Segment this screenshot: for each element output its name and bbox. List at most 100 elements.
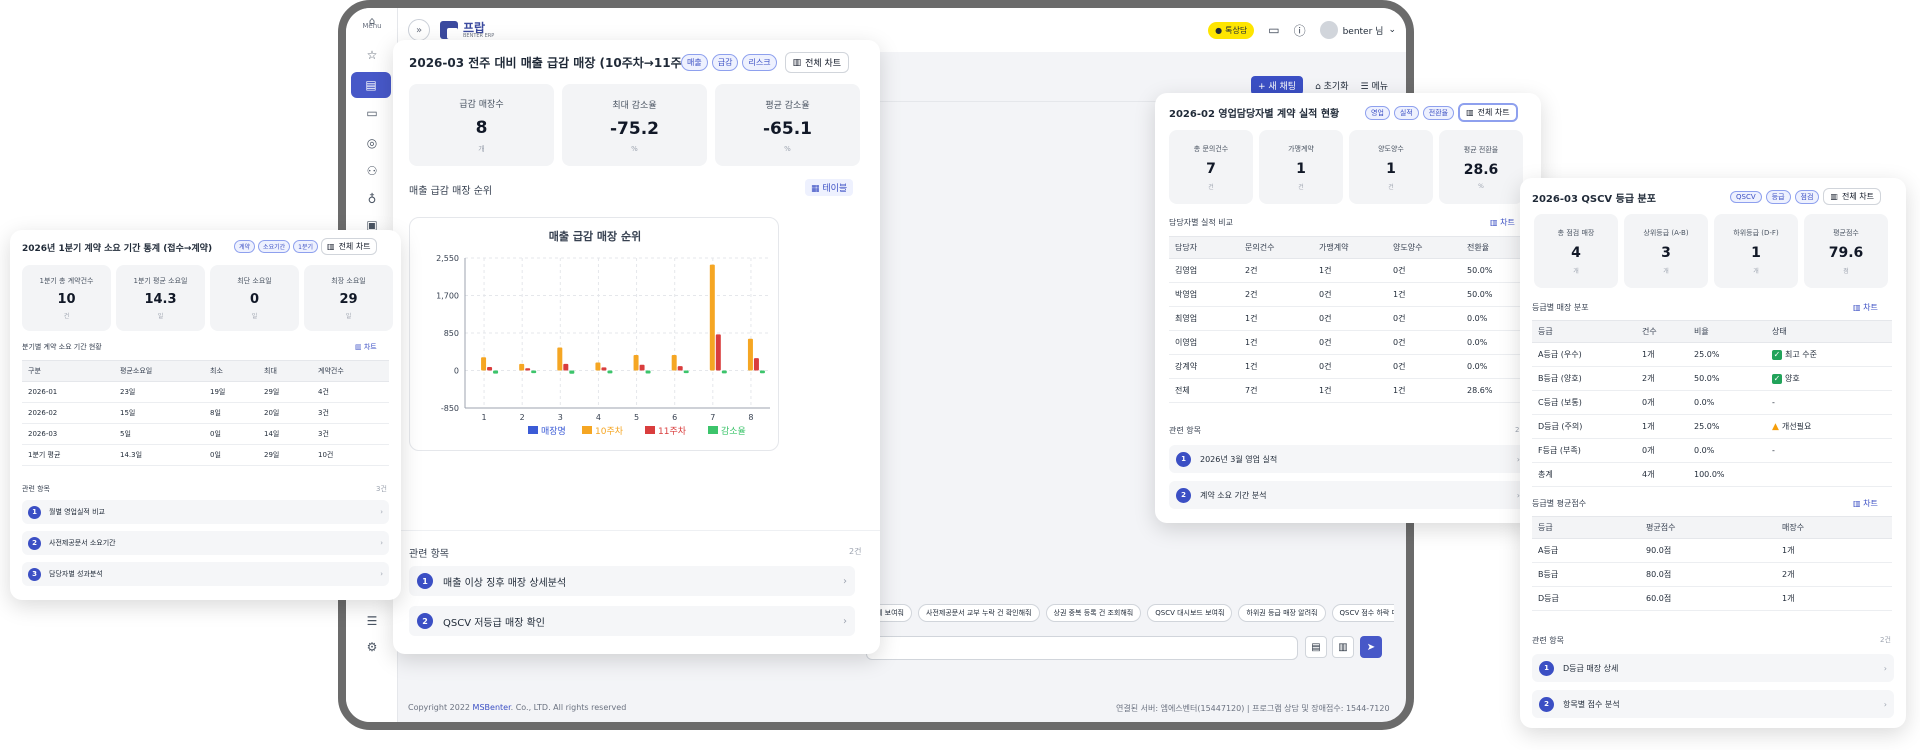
- check-icon: ✓: [1772, 374, 1782, 384]
- expand-icon[interactable]: »: [408, 19, 430, 41]
- table-row: B등급 (양호) 2개 50.0% ✓ 양호: [1532, 366, 1892, 391]
- suggestion-chip[interactable]: QSCV 점수 하락 매: [1331, 604, 1394, 622]
- related-item[interactable]: 2 QSCV 저등급 매장 확인 ›: [409, 606, 855, 636]
- menu-button[interactable]: ☰ 메뉴: [1361, 79, 1389, 92]
- full-chart-button[interactable]: ▥ 전체 차트: [321, 238, 377, 255]
- full-chart-button[interactable]: ▥ 전체 차트: [1458, 103, 1518, 122]
- file-upload-icon[interactable]: ▤: [1305, 636, 1327, 658]
- reset-label: 초기화: [1323, 82, 1349, 92]
- table-row: 2026-03 5일 0일 14일 3건: [22, 423, 389, 445]
- monitor-icon[interactable]: ▭: [346, 100, 398, 126]
- bar: [671, 355, 677, 371]
- bar: [639, 364, 645, 371]
- bar: [747, 338, 753, 371]
- tag: 등급: [1765, 189, 1791, 204]
- bar: [601, 367, 607, 371]
- attach-icon[interactable]: ▥: [1332, 636, 1354, 658]
- bar: [557, 347, 563, 371]
- suggestion-chip[interactable]: 하위권 등급 매장 알려줘: [1238, 604, 1326, 622]
- table-row: C등급 (보통) 0개 0.0% -: [1532, 390, 1892, 415]
- section-title: 등급별 평균점수: [1532, 499, 1587, 508]
- y-tick-label: -850: [441, 404, 459, 413]
- table-header: 구분 평균소요일 최소 최대 계약건수: [22, 360, 389, 382]
- user-menu[interactable]: benter 님 ⌄: [1319, 21, 1396, 39]
- full-chart-label: 전체 차트: [805, 59, 842, 69]
- list-icon[interactable]: ☰: [346, 608, 398, 634]
- chat-bubble-icon: ●: [1215, 25, 1223, 35]
- chart-link[interactable]: ▥ 차트: [355, 342, 377, 352]
- stat-card: 1분기 평균 소요일 14.3 일: [116, 265, 205, 331]
- sales-rep-card: 2026-02 영업담당자별 계약 실적 현황 영업 실적 전환율 ▥ 전체 차트…: [1155, 93, 1541, 523]
- suggestion-chip[interactable]: 사전제공문서 교부 누락 건 확인해줘: [918, 604, 1040, 622]
- full-chart-label: 전체 차트: [1477, 108, 1510, 117]
- related-item[interactable]: 1 D등급 매장 상세 ›: [1532, 654, 1894, 682]
- stat-card: 급감 매장수 8 개: [409, 84, 554, 166]
- bar: [677, 366, 683, 371]
- logo-name: 프랍: [463, 20, 486, 35]
- card-title: 2026-03 QSCV 등급 분포: [1532, 194, 1656, 205]
- menu-label-text: 메뉴: [1371, 82, 1388, 92]
- related-item[interactable]: 2 사전제공문서 소요기간 ›: [22, 531, 389, 555]
- sales-drop-card: 2026-03 전주 대비 매출 급감 매장 (10주차→11주차) 매출 급감…: [393, 40, 880, 654]
- stat-card: 양도양수 1 건: [1349, 130, 1433, 204]
- chart-link[interactable]: ▥ 차트: [1490, 217, 1515, 228]
- tag: 점검: [1794, 189, 1820, 204]
- chart-link[interactable]: ▥ 차트: [1853, 498, 1878, 509]
- table-row: 박영업 2건 0건 1건 50.0%: [1169, 282, 1527, 307]
- reset-button[interactable]: ⌂ 초기화: [1315, 79, 1348, 92]
- bar: [595, 362, 601, 371]
- bar: [607, 370, 613, 374]
- x-tick-label: 7: [710, 413, 715, 422]
- logo-mark: [440, 21, 458, 39]
- related-item[interactable]: 2 항목별 점수 분석 ›: [1532, 690, 1894, 718]
- tag: 매출: [681, 54, 708, 71]
- chart-link[interactable]: ▥ 차트: [1853, 302, 1878, 313]
- table-row: D등급 60.0점 1개: [1532, 586, 1892, 611]
- table-row: F등급 (부족) 0개 0.0% -: [1532, 438, 1892, 463]
- legend-label: 감소율: [721, 425, 746, 437]
- bar: [645, 370, 651, 374]
- bar: [633, 355, 639, 371]
- legend-label: 10주차: [595, 425, 624, 437]
- related-item[interactable]: 1 매출 이상 징후 매장 상세분석 ›: [409, 566, 855, 596]
- check-icon: ✓: [1772, 350, 1782, 360]
- full-chart-button[interactable]: ▥ 전체 차트: [1823, 188, 1881, 205]
- y-tick-label: 2,550: [436, 254, 459, 263]
- bulb-icon[interactable]: ♁: [346, 186, 398, 212]
- chevron-right-icon: ›: [1883, 699, 1887, 709]
- bar-chart-icon: ▥: [1490, 218, 1501, 227]
- related-item[interactable]: 3 담당자별 성과분석 ›: [22, 562, 389, 586]
- send-button[interactable]: ➤: [1360, 636, 1382, 658]
- document-icon[interactable]: ▤: [351, 72, 391, 98]
- chat-input[interactable]: [866, 636, 1298, 660]
- table-row: B등급 80.0점 2개: [1532, 562, 1892, 587]
- related-label: 관련 항목: [1169, 426, 1201, 435]
- users-icon[interactable]: ⚇: [346, 158, 398, 184]
- section-title: 매출 급감 매장 순위: [409, 186, 493, 197]
- related-item[interactable]: 1 월별 영업실적 비교 ›: [22, 500, 389, 524]
- related-item[interactable]: 1 2026년 3월 영업 실적 ›: [1169, 445, 1527, 473]
- table-row: 최영업 1건 0건 0건 0.0%: [1169, 306, 1527, 331]
- stat-card: 총 문의건수 7 건: [1169, 130, 1253, 204]
- location-icon[interactable]: ◎: [346, 130, 398, 156]
- kakao-chat-button[interactable]: ● 톡상담: [1208, 21, 1255, 39]
- stat-card: 상위등급 (A-B) 3 개: [1624, 214, 1708, 288]
- y-tick-label: 1,700: [436, 292, 459, 301]
- gear-icon[interactable]: ⚙: [346, 634, 398, 660]
- help-icon[interactable]: ⓘ: [1294, 22, 1306, 39]
- sales-rep-table: 담당자 문의건수 가맹계약 양도양수 전환율 김영업 2건 1건 0건 50.0% 박영업 2건 0…: [1169, 236, 1527, 403]
- related-item[interactable]: 2 계약 소요 기간 분석 ›: [1169, 481, 1527, 509]
- table-toggle-button[interactable]: ▦ 테이블: [805, 179, 854, 196]
- suggestion-chip[interactable]: QSCV 대시보드 보여줘: [1147, 604, 1233, 622]
- suggestion-chip[interactable]: 상권 중복 등록 건 조회해줘: [1045, 604, 1142, 622]
- chart-container: 매출 급감 매장 순위 2,550 1,700 850 0 -850 1 2 3 4 5 6 7 8 매장명…: [409, 217, 779, 451]
- star-icon[interactable]: ☆: [346, 42, 398, 68]
- avatar: [1319, 21, 1338, 39]
- tag: 계약: [234, 240, 256, 253]
- qscv-card: 2026-03 QSCV 등급 분포 QSCV 등급 점검 ▥ 전체 차트 총 점…: [1520, 178, 1906, 728]
- full-chart-button[interactable]: ▥ 전체 차트: [784, 52, 850, 73]
- footer-link[interactable]: MSBenter: [473, 703, 511, 712]
- footer-server: 연결된 서버: 엠에스벤터(15447120) | 프로그램 상담 및 장애접수…: [1116, 704, 1390, 713]
- logo[interactable]: 프랍 BENTER ERP: [440, 21, 494, 39]
- monitor-icon[interactable]: ▭: [1268, 23, 1279, 37]
